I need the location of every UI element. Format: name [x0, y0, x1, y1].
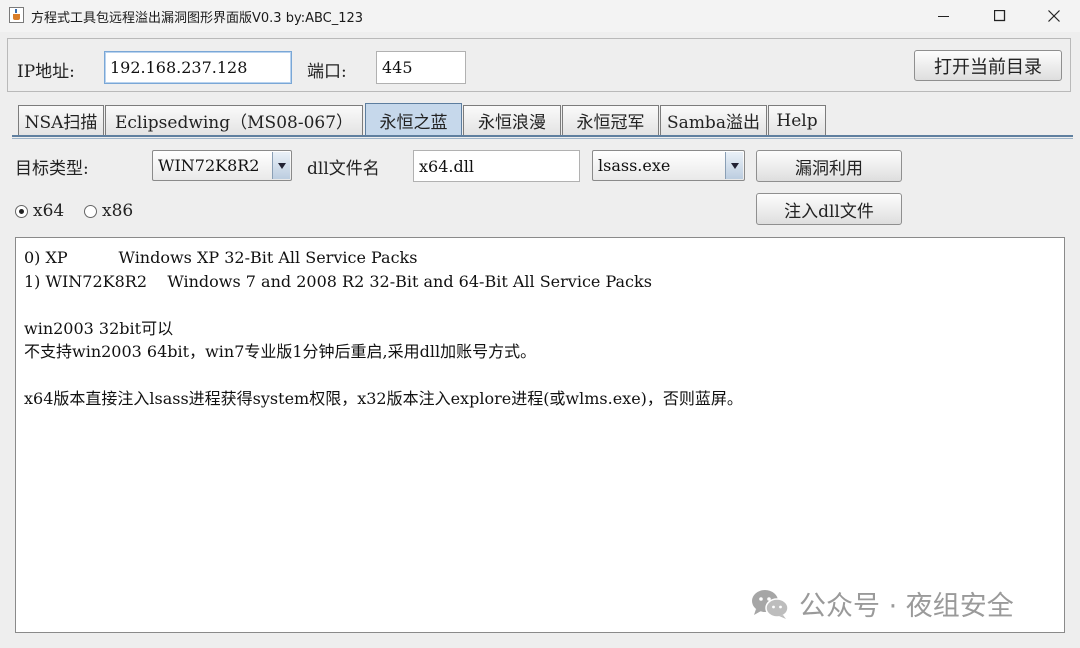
tab-eternalchampion[interactable]: 永恒冠军 — [562, 105, 659, 135]
tab-divider — [12, 135, 1073, 137]
tab-divider-shadow — [12, 138, 1073, 139]
close-icon — [1048, 10, 1060, 22]
java-coffee-icon — [9, 7, 24, 23]
exploit-button[interactable]: 漏洞利用 — [756, 150, 902, 182]
arch-x64-radio[interactable]: x64 — [15, 201, 64, 221]
maximize-button[interactable] — [973, 0, 1027, 32]
arch-x64-label: x64 — [33, 201, 65, 221]
close-button[interactable] — [1027, 0, 1080, 32]
target-type-select[interactable]: WIN72K8R2 — [152, 150, 292, 181]
title-bar: 方程式工具包远程溢出漏洞图形界面版V0.3 by:ABC_123 — [0, 0, 1080, 33]
radio-unselected-icon — [84, 204, 97, 218]
tab-eternalblue[interactable]: 永恒之蓝 — [365, 103, 462, 136]
wechat-icon — [752, 589, 789, 619]
tab-samba-overflow[interactable]: Samba溢出 — [660, 105, 767, 135]
tab-nsa-scan[interactable]: NSA扫描 — [18, 105, 104, 135]
arch-x86-label: x86 — [102, 201, 134, 221]
radio-selected-icon — [15, 204, 28, 218]
ip-input[interactable] — [104, 51, 292, 84]
process-select[interactable]: lsass.exe — [592, 150, 745, 181]
open-current-dir-button[interactable]: 打开当前目录 — [914, 50, 1062, 81]
chevron-down-icon — [272, 152, 290, 179]
dll-label: dll文件名 — [307, 159, 380, 179]
watermark-text: 公众号 · 夜组安全 — [799, 591, 1014, 622]
output-line: 1) WIN72K8R2 Windows 7 and 2008 R2 32-Bi… — [24, 271, 652, 291]
arch-x86-radio[interactable]: x86 — [84, 201, 133, 221]
target-type-label: 目标类型: — [15, 159, 89, 179]
tab-eclipsedwing[interactable]: Eclipsedwing（MS08-067） — [105, 105, 363, 135]
output-line: win2003 32bit可以 — [24, 318, 174, 338]
inject-dll-button[interactable]: 注入dll文件 — [756, 193, 902, 225]
tab-help[interactable]: Help — [768, 105, 826, 135]
output-line: 0) XP Windows XP 32-Bit All Service Pack… — [24, 248, 418, 267]
window-title: 方程式工具包远程溢出漏洞图形界面版V0.3 by:ABC_123 — [31, 11, 364, 26]
maximize-icon — [994, 10, 1006, 22]
window-body: IP地址: 端口: 打开当前目录 NSA扫描 Eclipsedwing（MS08… — [0, 32, 1080, 648]
target-type-value: WIN72K8R2 — [158, 156, 260, 175]
output-line: x64版本直接注入lsass进程获得system权限，x32版本注入explor… — [24, 389, 743, 408]
process-value: lsass.exe — [598, 156, 671, 175]
minimize-button[interactable] — [917, 0, 971, 32]
output-textarea[interactable]: 0) XP Windows XP 32-Bit All Service Pack… — [15, 237, 1065, 633]
watermark: 公众号 · 夜组安全 — [750, 584, 1014, 623]
dll-filename-input[interactable] — [413, 150, 580, 182]
port-input[interactable] — [376, 51, 466, 84]
chevron-down-icon — [725, 152, 743, 179]
tab-eternalromance[interactable]: 永恒浪漫 — [463, 105, 561, 135]
ip-label: IP地址: — [17, 62, 75, 82]
output-line: 不支持win2003 64bit，win7专业版1分钟后重启,采用dll加账号方… — [24, 342, 537, 361]
port-label: 端口: — [307, 62, 347, 82]
minimize-icon — [938, 16, 949, 17]
connection-panel: IP地址: 端口: 打开当前目录 — [7, 38, 1071, 92]
